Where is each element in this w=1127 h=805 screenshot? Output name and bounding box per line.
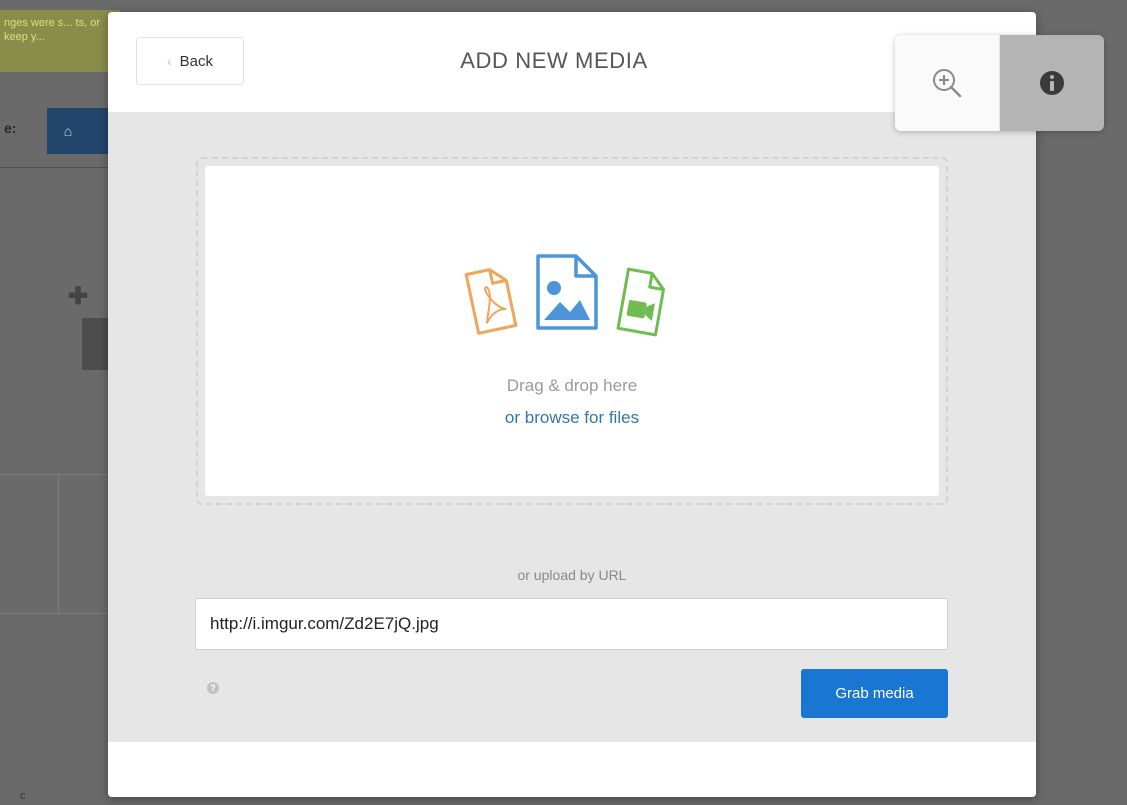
viewer-toolbar: [895, 35, 1104, 131]
info-button[interactable]: [1000, 35, 1104, 131]
browse-files-link[interactable]: or browse for files: [205, 408, 939, 428]
image-file-icon: [536, 254, 598, 330]
help-icon[interactable]: ?: [207, 682, 219, 694]
drag-drop-text: Drag & drop here: [506, 376, 638, 395]
background-toolbar-strip: [0, 474, 120, 614]
background-home-button: ⌂: [47, 108, 113, 154]
move-icon: ✚: [68, 283, 89, 310]
home-icon: ⌂: [63, 123, 73, 139]
file-type-icons: [205, 254, 939, 340]
media-url-input[interactable]: [195, 598, 948, 650]
modal-footer: [108, 742, 1036, 797]
zoom-in-button[interactable]: [895, 35, 1000, 131]
zoom-in-icon: [933, 69, 962, 98]
modal-title: ADD NEW MEDIA: [460, 48, 648, 73]
info-icon: [1040, 71, 1064, 95]
background-page-label: e:: [4, 120, 17, 136]
background-divider: [0, 167, 120, 168]
upload-url-label: or upload by URL: [517, 567, 627, 583]
background-strip-divider: [58, 475, 59, 613]
grab-media-button[interactable]: Grab media: [801, 669, 948, 718]
modal-body: Drag & drop here or browse for files or …: [108, 112, 1036, 742]
dropzone-border: Drag & drop here or browse for files: [196, 157, 948, 505]
background-notice: nges were s... ts, or keep y...: [0, 10, 120, 72]
background-bottom-text: c: [20, 790, 26, 802]
file-dropzone[interactable]: Drag & drop here or browse for files: [205, 166, 939, 496]
video-file-icon: [616, 267, 665, 337]
pdf-file-icon: [464, 268, 518, 335]
